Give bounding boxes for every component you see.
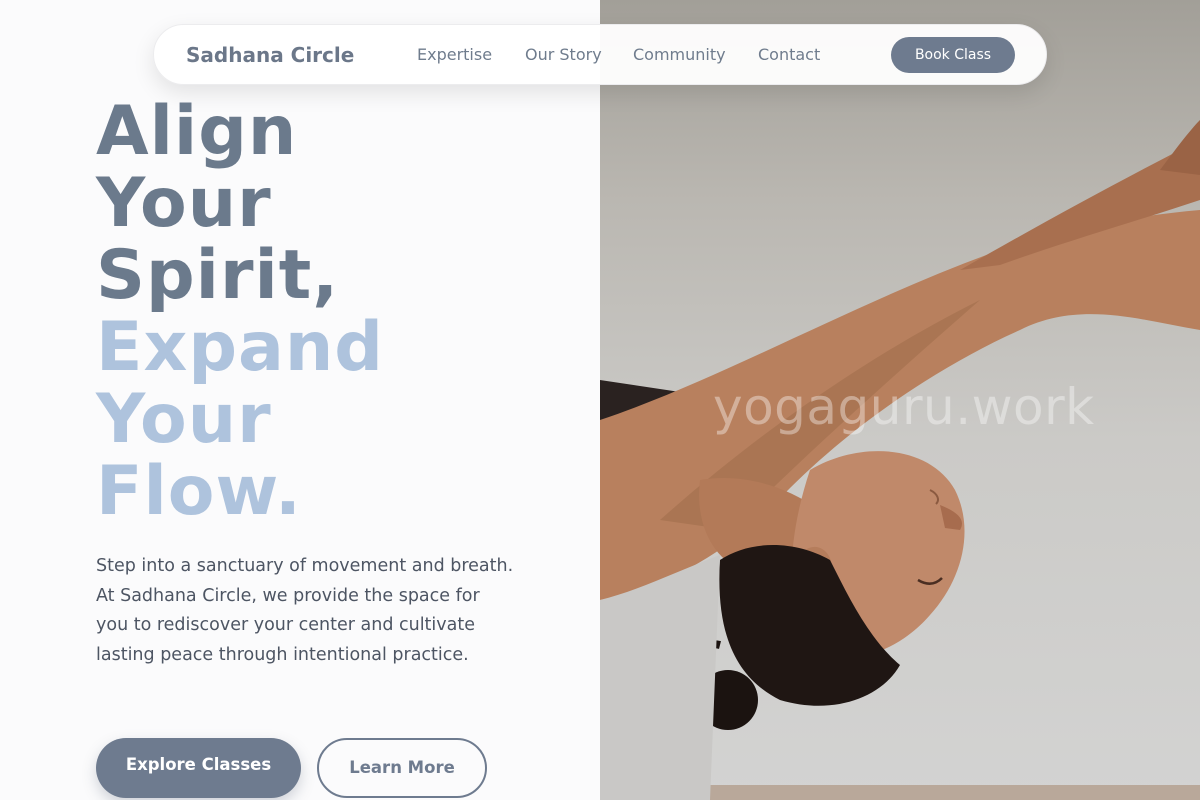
explore-classes-button[interactable]: Explore Classes xyxy=(96,738,301,798)
brand-logo[interactable]: Sadhana Circle xyxy=(186,43,354,67)
hero-title-line: Your xyxy=(96,164,272,243)
nav-link-contact[interactable]: Contact xyxy=(758,45,820,64)
hero-title-line: Align xyxy=(96,92,298,171)
book-class-button[interactable]: Book Class xyxy=(891,37,1015,73)
hero-photo: yogaguru.work xyxy=(600,0,1200,800)
hero-title-line-accent: Expand xyxy=(96,308,384,387)
hero-title: Align Your Spirit, Expand Your Flow. xyxy=(96,96,384,528)
watermark-text: yogaguru.work xyxy=(713,378,1095,436)
nav-link-our-story[interactable]: Our Story xyxy=(525,45,602,64)
hero-title-line: Spirit, xyxy=(96,236,340,315)
hero-title-line-accent: Flow. xyxy=(96,452,302,531)
hero-description: Step into a sanctuary of movement and br… xyxy=(96,556,514,665)
nav-link-expertise[interactable]: Expertise xyxy=(417,45,492,64)
hero-title-line-accent: Your xyxy=(96,380,272,459)
top-navbar: Sadhana Circle Expertise Our Story Commu… xyxy=(153,24,1047,85)
nav-link-community[interactable]: Community xyxy=(633,45,726,64)
learn-more-button[interactable]: Learn More xyxy=(317,738,487,798)
